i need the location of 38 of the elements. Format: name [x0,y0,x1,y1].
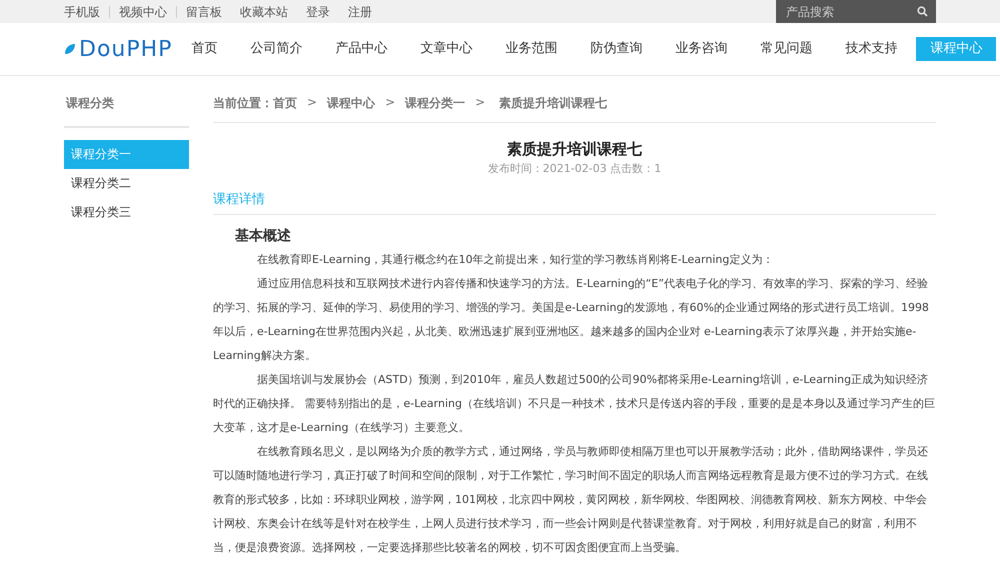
top-link[interactable]: 登录 [297,6,339,18]
leaf-icon [64,43,76,55]
sidebar-title: 课程分类 [64,95,189,128]
logo[interactable]: DouPHP [64,36,172,62]
top-link[interactable]: 收藏本站 [231,6,297,18]
paragraph: 在线教育即E-Learning，其通行概念约在10年之前提出来，知行堂的学习教练肖刚将E-Learning定义为： [256,252,774,268]
top-link[interactable]: 留言板 [177,6,231,18]
section-heading: 基本概述 [235,227,292,245]
article-title: 素质提升培训课程七 [506,140,643,159]
nav-tab[interactable]: 技术支持 [831,37,912,61]
breadcrumb-separator: > [385,95,396,111]
breadcrumb-separator: > [307,95,318,111]
nav-tab[interactable]: 公司简介 [236,37,316,61]
top-link[interactable]: 注册 [339,6,381,18]
search-field[interactable]: 产品搜索 [776,0,936,23]
nav-tab[interactable]: 首页 [177,37,232,61]
nav-tab[interactable]: 文章中心 [406,37,486,61]
nav-tab[interactable]: 业务咨询 [661,37,742,61]
paragraph: 据美国培训与发展协会（ASTD）预测，到2010年，雇员人数超过500的公司90%都将采用e-Learning培训，e-Learning正成为知识经济时代的正确抉择。 需要特别指出的是，e-Learning（在线培训）不只是一种技术，技术只是传送内容的手段，重要的是是本身以及通过学习产生的巨大变革，这才是e-Learning（在线学习）主要意义。 [213,372,936,436]
nav-tab[interactable]: 产品中心 [321,37,402,61]
breadcrumb-current: 素质提升培训课程七 [499,95,608,112]
paragraph: 通过应用信息科技和互联网技术进行内容传播和快速学习的方法。E-Learning的“E”代表电子化的学习、有效率的学习、探索的学习、经验的学习、拓展的学习、延伸的学习、易使用的学习、增强的学习。美国是e-Learning的发源地，有60%的企业通过网络的形式进行员工培训。1998年以后，e-Learning在世界范围内兴起，从北美、欧洲迅速扩展到亚洲地区。越来越多的国内企业对 e-Learning表示了浓厚兴趣，并开始实施e-Learning解决方案。 [213,276,930,364]
sidebar-item[interactable]: 课程分类三 [64,198,189,227]
top-link[interactable]: 手机版 [64,6,110,18]
breadcrumb-link[interactable]: 课程中心 [327,95,376,112]
breadcrumb-link[interactable]: 课程分类一 [405,95,466,112]
breadcrumb-separator: > [475,95,486,111]
nav-tab[interactable]: 业务范围 [491,37,572,61]
search-icon[interactable] [917,6,928,17]
nav-tab[interactable]: 常见问题 [746,37,826,61]
nav-tab[interactable]: 防伪查询 [576,37,656,61]
article-meta: 发布时间：2021-02-03 点击数：1 [486,161,662,176]
paragraph: 在线教育顾名思义，是以网络为介质的教学方式，通过网络，学员与教师即使相隔万里也可以开展教学活动；此外，借助网络课件，学员还可以随时随地进行学习，真正打破了时间和空间的限制，对于工作繁忙，学习时间不固定的职场人而言网络远程教育是最方便不过的学习方式。在线教育的形式较多，比如：环球职业网校，游学网，101网校，北京四中网校，黄冈网校，新华网校、华图网校、润德教育网校、新东方网校、中华会计网校、东奥会计在线等是针对在校学生，上网人员进行技术学习，而一些会计网则是代替课堂教育。对于网校，利用好就是自己的财富，利用不当，便是浪费资源。选择网校，一定要选择那些比较著名的网校，切不可因贪图便宜而上当受骗。 [213,444,929,556]
sidebar-item[interactable]: 课程分类二 [64,169,189,198]
breadcrumb-link[interactable]: 首页 [273,95,297,112]
search-input[interactable]: 产品搜索 [776,4,917,18]
breadcrumb-label: 当前位置： [213,95,273,112]
top-link[interactable]: 视频中心 [110,6,177,18]
